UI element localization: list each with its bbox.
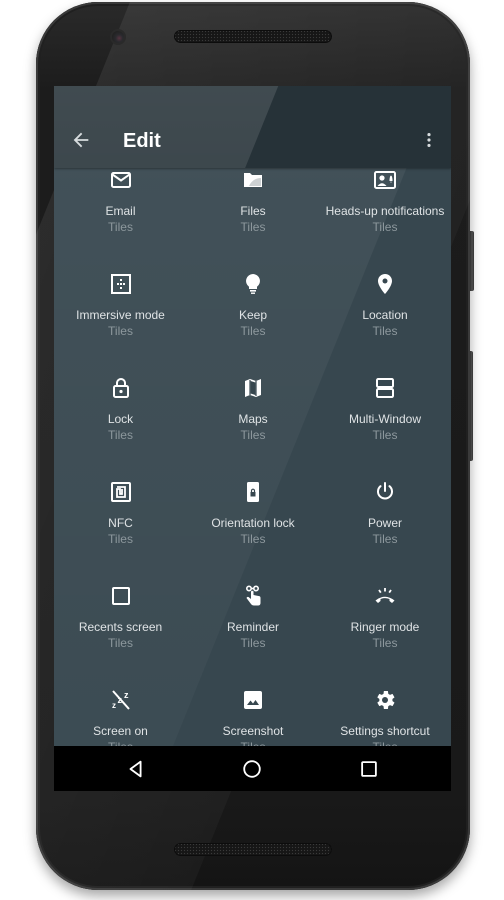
nfc-icon xyxy=(109,480,133,504)
reminder-finger-icon xyxy=(241,584,265,608)
power-icon xyxy=(373,480,397,504)
tile-name: NFC xyxy=(108,516,133,530)
tile-ringer-mode[interactable]: Ringer mode Tiles xyxy=(319,578,451,682)
tile-heads-up-notifications[interactable]: Heads-up notifications Tiles xyxy=(319,168,451,266)
lightbulb-icon xyxy=(241,272,265,296)
tile-name: Recents screen xyxy=(78,620,163,634)
tile-screen-on[interactable]: zzzScreen onTiles xyxy=(54,682,187,746)
tile-subtitle: Tiles xyxy=(240,220,266,234)
heads-up-notification-icon xyxy=(373,168,397,192)
svg-text:z: z xyxy=(112,701,116,710)
tile-location[interactable]: Location Tiles xyxy=(319,266,451,370)
nav-recents-button[interactable] xyxy=(347,749,391,789)
tile-name: Immersive mode xyxy=(76,308,165,322)
map-icon xyxy=(241,376,265,400)
tile-subtitle: Tiles xyxy=(108,324,133,338)
tile-nfc[interactable]: NFC Tiles xyxy=(54,474,187,578)
arrow-back-icon xyxy=(73,132,89,148)
more-vert-icon xyxy=(427,133,431,147)
volume-button[interactable] xyxy=(470,231,474,291)
tile-subtitle: Tiles xyxy=(240,636,266,650)
tile-name: Settings shortcut xyxy=(340,724,430,738)
tile-name: Heads-up notifications xyxy=(325,204,445,218)
tile-name: Keep xyxy=(238,308,268,322)
tile-subtitle: Tiles xyxy=(372,220,398,234)
tile-name: Screenshot xyxy=(222,724,284,738)
tile-subtitle: Tiles xyxy=(108,532,133,546)
tile-subtitle: Tiles xyxy=(108,636,133,650)
ringer-icon xyxy=(373,584,397,608)
tile-lock[interactable]: Lock Tiles xyxy=(54,370,187,474)
tile-subtitle: Tiles xyxy=(240,324,266,338)
email-icon xyxy=(109,168,133,192)
lock-icon xyxy=(109,376,133,400)
tile-subtitle: Tiles xyxy=(108,220,133,234)
tile-subtitle: Tiles xyxy=(240,428,266,442)
tile-email[interactable]: Email Tiles xyxy=(54,168,187,266)
tile-subtitle: Tiles xyxy=(372,532,398,546)
tile-subtitle: Tiles xyxy=(372,428,398,442)
tile-subtitle: Tiles xyxy=(372,324,398,338)
earpiece-speaker xyxy=(174,30,332,43)
nav-back-icon xyxy=(129,760,142,777)
bottom-speaker xyxy=(174,843,332,856)
tile-subtitle: Tiles xyxy=(372,636,398,650)
overflow-menu-button[interactable] xyxy=(419,127,439,153)
tile-subtitle: Tiles xyxy=(240,532,266,546)
settings-gear-icon xyxy=(373,688,397,712)
screen-on-off-icon: zzz xyxy=(109,688,133,712)
tile-name: Multi-Window xyxy=(348,412,421,426)
tile-recents-screen[interactable]: Recents screen Tiles xyxy=(54,578,187,682)
tile-orientation-lock[interactable]: Orientation lock Tiles xyxy=(187,474,319,578)
app-toolbar: Edit xyxy=(54,86,451,168)
tile-name: Lock xyxy=(107,412,134,426)
orientation-lock-icon xyxy=(241,480,265,504)
svg-text:z: z xyxy=(124,690,129,700)
recents-square-icon xyxy=(109,584,133,608)
image-icon xyxy=(241,688,265,712)
tile-reminder[interactable]: Reminder Tiles xyxy=(187,578,319,682)
nav-recents-icon xyxy=(361,760,377,777)
tile-name: Location xyxy=(362,308,408,322)
tile-name: Ringer mode xyxy=(350,620,420,634)
tile-name: Maps xyxy=(238,412,268,426)
tile-name: Email xyxy=(105,204,136,218)
tile-settings-shortcut[interactable]: Settings shortcutTiles xyxy=(319,682,451,746)
tile-subtitle: Tiles xyxy=(108,428,133,442)
power-button[interactable] xyxy=(470,351,473,461)
location-pin-icon xyxy=(373,272,397,296)
tile-name: Files xyxy=(240,204,266,218)
page-title: Edit xyxy=(123,130,161,152)
tile-name: Orientation lock xyxy=(211,516,295,530)
tile-name: Screen on xyxy=(93,724,148,738)
tile-power[interactable]: Power Tiles xyxy=(319,474,451,578)
nav-back-button[interactable] xyxy=(114,749,158,789)
navigation-bar xyxy=(54,746,451,791)
tile-files[interactable]: Files Tiles xyxy=(187,168,319,266)
immersive-mode-icon xyxy=(109,272,133,296)
tile-immersive-mode[interactable]: Immersive mode Tiles xyxy=(54,266,187,370)
tile-name: Reminder xyxy=(226,620,280,634)
tile-maps[interactable]: Maps Tiles xyxy=(187,370,319,474)
front-camera xyxy=(112,31,124,43)
tile-keep[interactable]: Keep Tiles xyxy=(187,266,319,370)
screen: Edit Email Tiles Files Tiles Heads-up notifi… xyxy=(54,86,451,791)
tile-screenshot[interactable]: ScreenshotTiles xyxy=(187,682,319,746)
back-button[interactable] xyxy=(68,127,94,153)
nav-home-button[interactable] xyxy=(230,749,274,789)
folder-icon xyxy=(241,168,265,192)
tile-grid: Email Tiles Files Tiles Heads-up notificatio… xyxy=(54,168,451,746)
tile-name: Power xyxy=(367,516,402,530)
multi-window-icon xyxy=(373,376,397,400)
toolbar-glare xyxy=(54,86,451,168)
nav-home-icon xyxy=(243,759,262,778)
tile-multi-window[interactable]: Multi-Window Tiles xyxy=(319,370,451,474)
